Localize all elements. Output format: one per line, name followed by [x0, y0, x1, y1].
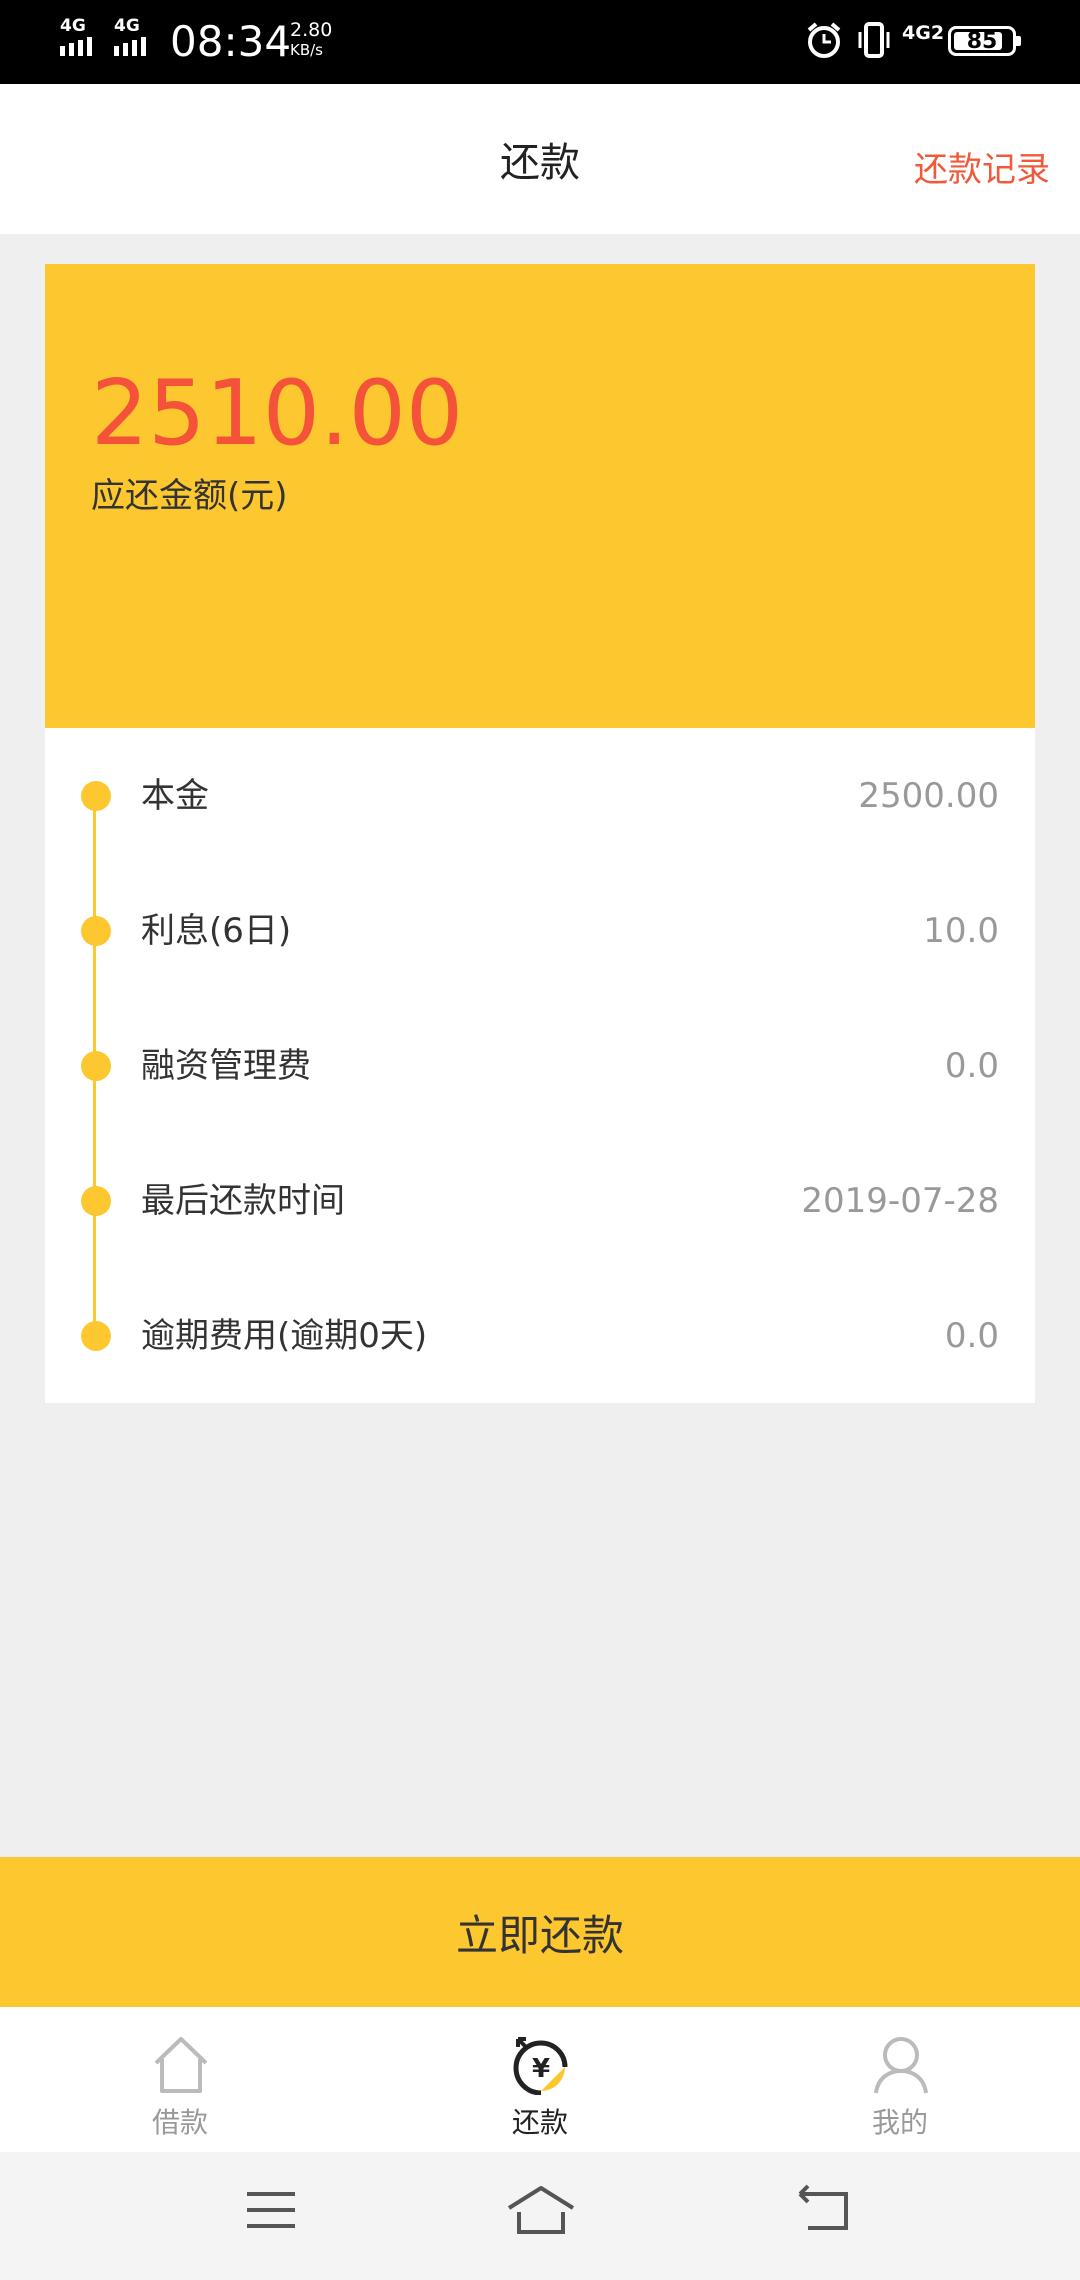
detail-row-principal: 本金 2500.00	[45, 766, 1035, 826]
tab-repay[interactable]: ¥ 还款	[440, 2007, 640, 2152]
timeline-dot	[81, 781, 111, 811]
svg-text:¥: ¥	[532, 2054, 550, 2084]
bottom-tab-bar: 借款 ¥ 还款 我的	[0, 2007, 1080, 2152]
battery-level: 85	[966, 29, 998, 54]
timeline-dot	[81, 916, 111, 946]
clock: 08:34	[170, 17, 292, 66]
amount-due-label: 应还金额(元)	[91, 476, 288, 516]
detail-row-management-fee: 融资管理费 0.0	[45, 1036, 1035, 1096]
network-speed: 2.80 KB/s	[290, 20, 360, 60]
detail-value: 2019-07-28	[801, 1181, 999, 1221]
vibrate-icon	[858, 22, 890, 58]
alarm-icon	[807, 22, 841, 58]
repay-yen-icon: ¥	[513, 2037, 568, 2095]
tab-borrow[interactable]: 借款	[80, 2007, 280, 2152]
status-bar: 4G 4G 08:34 2.80 KB/s 4G2 85	[0, 0, 1080, 84]
timeline-dot	[81, 1321, 111, 1351]
repay-now-button[interactable]: 立即还款	[0, 1857, 1080, 2007]
detail-label: 逾期费用(逾期0天)	[141, 1316, 428, 1356]
repayment-record-link[interactable]: 还款记录	[914, 142, 1050, 191]
detail-value: 2500.00	[858, 776, 999, 816]
repayment-details: 本金 2500.00 利息(6日) 10.0 融资管理费 0.0 最后还款时间 …	[45, 728, 1035, 1403]
network-type-1: 4G	[60, 16, 86, 36]
detail-label: 本金	[141, 776, 209, 816]
page-header: 还款 还款记录	[0, 84, 1080, 234]
network-type-3: 4G2	[902, 22, 945, 44]
timeline-dot	[81, 1051, 111, 1081]
detail-label: 融资管理费	[141, 1046, 311, 1086]
detail-value: 0.0	[944, 1316, 999, 1356]
home-icon[interactable]	[505, 2182, 577, 2238]
signal-icon: 4G	[60, 18, 108, 58]
menu-icon[interactable]	[243, 2182, 299, 2238]
signal-icon: 4G	[114, 18, 162, 58]
system-navigation-bar	[0, 2152, 1080, 2280]
tab-label: 我的	[871, 2106, 928, 2139]
detail-value: 10.0	[923, 911, 999, 951]
timeline-dot	[81, 1186, 111, 1216]
tab-label: 借款	[151, 2106, 208, 2139]
amount-summary-card: 2510.00 应还金额(元)	[45, 264, 1035, 728]
detail-label: 最后还款时间	[141, 1181, 345, 1221]
battery-icon: 85	[948, 26, 1021, 56]
detail-value: 0.0	[944, 1046, 999, 1086]
detail-row-overdue-fee: 逾期费用(逾期0天) 0.0	[45, 1306, 1035, 1366]
home-icon	[154, 2037, 208, 2093]
detail-row-due-date: 最后还款时间 2019-07-28	[45, 1171, 1035, 1231]
tab-label: 还款	[511, 2106, 568, 2139]
amount-due: 2510.00	[91, 361, 464, 466]
network-type-2: 4G	[114, 16, 140, 36]
detail-label: 利息(6日)	[141, 911, 292, 951]
speed-unit: KB/s	[290, 41, 323, 59]
back-icon[interactable]	[796, 2182, 852, 2238]
user-icon	[874, 2037, 928, 2094]
speed-value: 2.80	[290, 19, 333, 41]
detail-row-interest: 利息(6日) 10.0	[45, 901, 1035, 961]
tab-mine[interactable]: 我的	[800, 2007, 1000, 2152]
